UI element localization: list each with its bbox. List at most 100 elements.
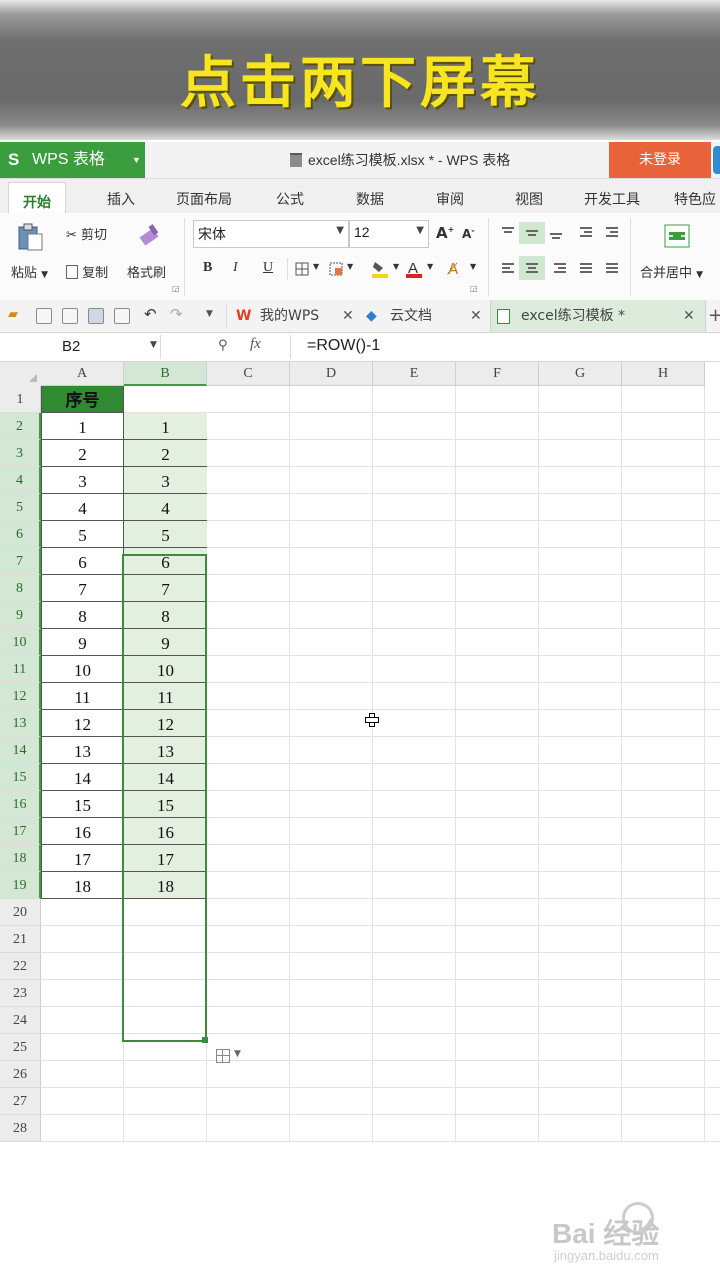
decrease-indent-icon[interactable] bbox=[578, 226, 594, 240]
shrink-font-icon[interactable]: A- bbox=[462, 226, 475, 241]
cell-A18[interactable]: 17 bbox=[41, 845, 124, 872]
insert-function-button[interactable]: fx bbox=[250, 336, 261, 353]
column-header-D[interactable]: D bbox=[290, 362, 373, 386]
row-header-20[interactable]: 20 bbox=[0, 899, 41, 926]
tab-developer[interactable]: 开发工具 bbox=[584, 179, 640, 213]
tab-insert[interactable]: 插入 bbox=[107, 179, 135, 213]
cell-A7[interactable]: 6 bbox=[41, 548, 124, 575]
row-header-4[interactable]: 4 bbox=[0, 467, 41, 494]
copy-button[interactable]: 复制 bbox=[66, 262, 108, 281]
grow-font-icon[interactable]: A+ bbox=[436, 224, 454, 242]
cell-B11[interactable]: 10 bbox=[124, 656, 207, 683]
font-color-icon[interactable]: A bbox=[405, 259, 423, 279]
autofill-options-button[interactable]: ▼ bbox=[212, 1044, 246, 1068]
row-header-11[interactable]: 11 bbox=[0, 656, 41, 683]
close-icon[interactable]: ✕ bbox=[683, 300, 695, 332]
cut-button[interactable]: ✂ 剪切 bbox=[66, 224, 107, 243]
row-header-16[interactable]: 16 bbox=[0, 791, 41, 818]
cell-A13[interactable]: 12 bbox=[41, 710, 124, 737]
row-header-9[interactable]: 9 bbox=[0, 602, 41, 629]
fill-handle[interactable] bbox=[202, 1037, 208, 1043]
cell-A3[interactable]: 2 bbox=[41, 440, 124, 467]
format-painter-button[interactable]: 格式刷 bbox=[127, 262, 166, 281]
cell-A17[interactable]: 16 bbox=[41, 818, 124, 845]
row-header-21[interactable]: 21 bbox=[0, 926, 41, 953]
cell-B4[interactable]: 3 bbox=[124, 467, 207, 494]
cell-A10[interactable]: 9 bbox=[41, 629, 124, 656]
cell-A2[interactable]: 1 bbox=[41, 413, 124, 440]
cell-B14[interactable]: 13 bbox=[124, 737, 207, 764]
row-header-22[interactable]: 22 bbox=[0, 953, 41, 980]
cell-A4[interactable]: 3 bbox=[41, 467, 124, 494]
border-icon[interactable] bbox=[295, 262, 309, 276]
align-center-icon[interactable] bbox=[524, 262, 540, 276]
merge-center-button[interactable]: 合并居中 ▼ bbox=[640, 262, 703, 281]
column-header-E[interactable]: E bbox=[373, 362, 456, 386]
fill-color-icon[interactable] bbox=[371, 259, 389, 279]
row-header-5[interactable]: 5 bbox=[0, 494, 41, 521]
chevron-down-icon[interactable]: ▼ bbox=[470, 262, 476, 271]
name-box[interactable]: B2 ▼ bbox=[0, 335, 161, 359]
row-header-12[interactable]: 12 bbox=[0, 683, 41, 710]
row-header-3[interactable]: 3 bbox=[0, 440, 41, 467]
cell-A14[interactable]: 13 bbox=[41, 737, 124, 764]
row-header-6[interactable]: 6 bbox=[0, 521, 41, 548]
tab-view[interactable]: 视图 bbox=[515, 179, 543, 213]
spreadsheet-grid[interactable]: ABCDEFGH 1 2 3 4 5 6 7 8 9 10 11 12 13 14 15 16 17 18 19 20… bbox=[0, 362, 720, 1142]
open-folder-icon[interactable]: ▰ bbox=[8, 307, 18, 322]
print-icon[interactable] bbox=[88, 308, 104, 324]
window-control-edge[interactable] bbox=[713, 146, 720, 174]
clear-format-icon[interactable]: A̸ bbox=[448, 260, 458, 278]
tab-page-layout[interactable]: 页面布局 bbox=[176, 179, 232, 213]
merge-center-icon[interactable] bbox=[664, 224, 690, 248]
cell-B5[interactable]: 4 bbox=[124, 494, 207, 521]
cell-B17[interactable]: 16 bbox=[124, 818, 207, 845]
distributed-align-icon[interactable] bbox=[604, 262, 620, 276]
cell-B12[interactable]: 11 bbox=[124, 683, 207, 710]
cell-A8[interactable]: 7 bbox=[41, 575, 124, 602]
chevron-down-icon[interactable]: ▼ bbox=[427, 262, 433, 271]
row-header-19[interactable]: 19 bbox=[0, 872, 41, 899]
align-top-icon[interactable] bbox=[500, 226, 516, 240]
print-preview-icon[interactable] bbox=[114, 308, 130, 324]
column-header-G[interactable]: G bbox=[539, 362, 622, 386]
cell-A6[interactable]: 5 bbox=[41, 521, 124, 548]
align-left-icon[interactable] bbox=[500, 262, 516, 276]
column-header-C[interactable]: C bbox=[207, 362, 290, 386]
row-header-27[interactable]: 27 bbox=[0, 1088, 41, 1115]
dialog-launcher-icon[interactable]: ◲ bbox=[172, 284, 180, 293]
cell-B10[interactable]: 9 bbox=[124, 629, 207, 656]
tab-special[interactable]: 特色应 bbox=[674, 179, 716, 213]
cell-A9[interactable]: 8 bbox=[41, 602, 124, 629]
cell-B19[interactable]: 18 bbox=[124, 872, 207, 899]
formula-input[interactable]: =ROW()-1 bbox=[290, 335, 720, 359]
close-icon[interactable]: ✕ bbox=[470, 300, 482, 332]
cell-B1[interactable] bbox=[124, 386, 207, 413]
zoom-search-icon[interactable]: ⚲ bbox=[218, 338, 228, 353]
cell-B15[interactable]: 14 bbox=[124, 764, 207, 791]
row-header-8[interactable]: 8 bbox=[0, 575, 41, 602]
row-header-26[interactable]: 26 bbox=[0, 1061, 41, 1088]
tab-data[interactable]: 数据 bbox=[356, 179, 384, 213]
new-tab-plus-icon[interactable]: + bbox=[708, 305, 720, 326]
save-icon[interactable] bbox=[36, 308, 52, 324]
row-header-14[interactable]: 14 bbox=[0, 737, 41, 764]
row-header-13[interactable]: 13 bbox=[0, 710, 41, 737]
cell-B2[interactable]: 1 bbox=[124, 413, 207, 440]
align-middle-icon[interactable] bbox=[524, 226, 540, 240]
close-icon[interactable]: ✕ bbox=[342, 300, 354, 332]
row-header-7[interactable]: 7 bbox=[0, 548, 41, 575]
wps-app-menu-button[interactable]: S WPS 表格 ▼ bbox=[0, 142, 145, 178]
row-header-10[interactable]: 10 bbox=[0, 629, 41, 656]
export-pdf-icon[interactable] bbox=[62, 308, 78, 324]
align-right-icon[interactable] bbox=[552, 262, 568, 276]
dialog-launcher-icon[interactable]: ◲ bbox=[470, 284, 478, 293]
paste-button[interactable]: 粘贴 ▼ bbox=[11, 262, 48, 281]
tab-formulas[interactable]: 公式 bbox=[276, 179, 304, 213]
cell-B7[interactable]: 6 bbox=[124, 548, 207, 575]
chevron-down-icon[interactable]: ▼ bbox=[393, 262, 399, 271]
column-header-F[interactable]: F bbox=[456, 362, 539, 386]
row-header-15[interactable]: 15 bbox=[0, 764, 41, 791]
row-header-17[interactable]: 17 bbox=[0, 818, 41, 845]
cell-A19[interactable]: 18 bbox=[41, 872, 124, 899]
